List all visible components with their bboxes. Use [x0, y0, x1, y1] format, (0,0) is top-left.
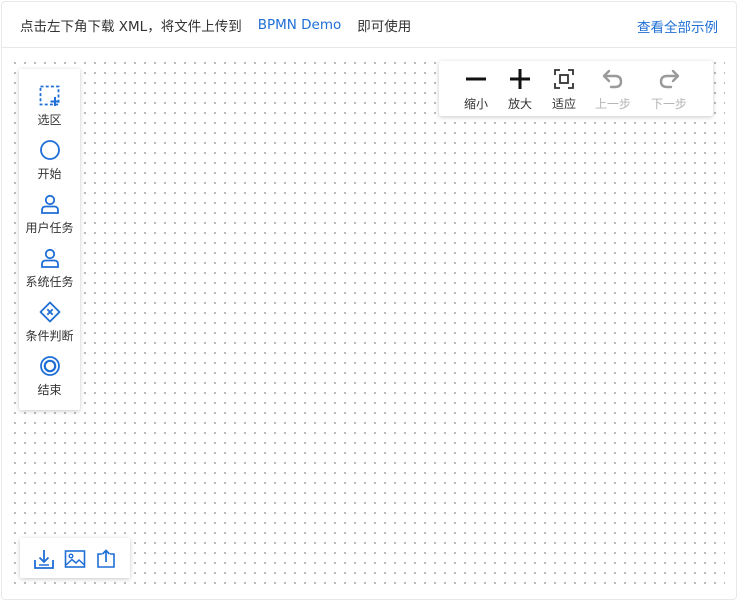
undo-button[interactable]: 上一步	[589, 67, 637, 112]
export-image-button[interactable]	[64, 548, 86, 570]
header: 点击左下角下载 XML，将文件上传到 BPMN Demo 即可使用 查看全部示例	[2, 2, 736, 48]
redo-button[interactable]: 下一步	[645, 67, 693, 112]
redo-label: 下一步	[650, 97, 687, 111]
download-xml-button[interactable]	[33, 548, 55, 570]
diagram-canvas[interactable]	[10, 58, 725, 589]
export-image-icon	[64, 550, 86, 568]
palette-item-gateway[interactable]: 条件判断	[19, 301, 80, 355]
exclusive-gateway-icon	[39, 301, 60, 323]
view-all-examples-link[interactable]: 查看全部示例	[637, 16, 718, 36]
palette-item-label: 条件判断	[25, 329, 74, 343]
upload-button[interactable]	[95, 548, 117, 570]
upload-icon	[97, 549, 115, 568]
fit-label: 适应	[551, 97, 576, 111]
instruction-text-end: 即可使用	[357, 18, 412, 35]
instruction-text: 点击左下角下载 XML，将文件上传到	[20, 18, 242, 35]
canvas-controls: 缩小 放大 适应 上一步 下一步	[439, 61, 713, 116]
zoom-out-button[interactable]: 缩小	[452, 67, 500, 112]
export-toolbar	[20, 538, 130, 578]
palette-item-label: 用户任务	[25, 221, 74, 235]
bpmn-demo-link[interactable]: BPMN Demo	[258, 17, 342, 33]
zoom-in-button[interactable]: 放大	[496, 67, 544, 112]
palette-item-selection[interactable]: 选区	[19, 85, 80, 139]
download-xml-icon	[34, 550, 54, 569]
palette-item-user-task[interactable]: 用户任务	[19, 193, 80, 247]
user-task-icon	[40, 194, 59, 214]
undo-icon	[602, 69, 623, 89]
zoom-in-label: 放大	[507, 97, 532, 111]
palette-item-label: 开始	[37, 167, 62, 181]
minus-icon	[466, 77, 486, 81]
start-event-icon	[39, 140, 60, 160]
palette-item-label: 结束	[37, 383, 62, 397]
node-palette: 选区 开始 用户任务 系统任务 条件判断 结束	[19, 69, 80, 410]
zoom-out-label: 缩小	[463, 97, 488, 111]
palette-item-label: 系统任务	[25, 275, 74, 289]
undo-label: 上一步	[594, 97, 631, 111]
end-event-icon	[39, 356, 60, 376]
palette-item-system-task[interactable]: 系统任务	[19, 247, 80, 301]
fit-button[interactable]: 适应	[540, 67, 588, 112]
redo-icon	[659, 69, 680, 89]
selection-icon	[39, 85, 59, 106]
plus-icon	[510, 69, 530, 89]
palette-item-label: 选区	[37, 113, 62, 127]
palette-item-end[interactable]: 结束	[19, 355, 80, 409]
fit-view-icon	[554, 69, 574, 89]
system-task-icon	[40, 248, 59, 268]
palette-item-start[interactable]: 开始	[19, 139, 80, 193]
